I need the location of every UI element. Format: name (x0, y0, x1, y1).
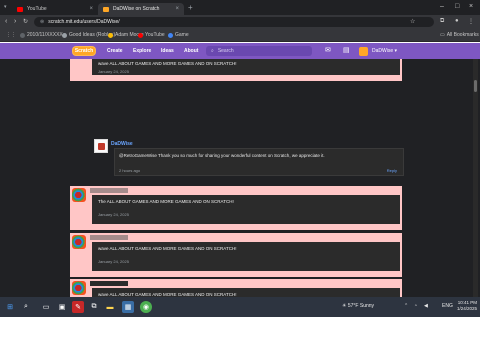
bookmark-item[interactable]: 2010/11/XXXXX (20, 32, 63, 38)
comment-date: January 24, 2025 (98, 69, 129, 74)
language-indicator[interactable]: ENG (442, 303, 453, 309)
app-icon[interactable]: ▦ (122, 301, 134, 313)
nav-create[interactable]: Create (107, 48, 123, 54)
scroll-thumb[interactable] (474, 80, 477, 92)
comments-section: wave ALL ABOUT GAMES AND MORE GAMES AND … (0, 59, 480, 297)
reply-body: @RetroGameWise Thank you so much for sha… (114, 148, 404, 176)
bookmark-star-icon[interactable]: ☆ (410, 18, 415, 25)
page-scrollbar[interactable] (473, 59, 478, 297)
comment-body: wave ALL ABOUT GAMES AND MORE GAMES AND … (92, 59, 400, 75)
comment-body: wave ALL ABOUT GAMES AND MORE GAMES AND … (92, 288, 400, 297)
site-info-icon[interactable]: ⊜ (40, 19, 44, 25)
bookmark-item[interactable]: Game (168, 32, 189, 38)
avatar[interactable] (72, 281, 86, 295)
avatar[interactable] (72, 235, 86, 249)
volume-icon[interactable]: ◀ (424, 303, 428, 309)
profile-icon[interactable]: ● (455, 18, 459, 24)
files-icon[interactable]: ▬ (104, 301, 116, 313)
apps-icon[interactable]: ⋮⋮ (6, 32, 16, 38)
search-placeholder: Search (217, 48, 234, 54)
comment-body: wave ALL ABOUT GAMES AND MORE GAMES AND … (92, 242, 400, 271)
close-tab-icon[interactable]: × (89, 6, 93, 12)
minimize-icon[interactable]: – (440, 2, 444, 12)
weather-widget[interactable]: ☀ 57°F Sunny (342, 303, 374, 309)
comment: wave ALL ABOUT GAMES AND MORE GAMES AND … (70, 59, 402, 81)
comment-author[interactable] (90, 188, 128, 193)
explorer-icon[interactable]: ▣ (56, 301, 68, 313)
comment: The ALL ABOUT GAMES AND MORE GAMES AND O… (70, 186, 402, 230)
folder-icon (20, 32, 25, 38)
avatar[interactable] (94, 139, 108, 153)
reload-icon[interactable]: ↻ (23, 17, 28, 27)
search-icon[interactable]: ⌕ (20, 301, 32, 313)
comment: wave ALL ABOUT GAMES AND MORE GAMES AND … (70, 279, 402, 297)
avatar[interactable] (72, 188, 86, 202)
extensions-icon[interactable]: ⧉ (440, 18, 444, 25)
reply-author[interactable]: DaDWise (111, 141, 133, 147)
folder-icon: ▭ (440, 32, 445, 38)
reply-date: 2 hours ago (119, 168, 141, 173)
task-view-icon[interactable]: ▭ (40, 301, 52, 313)
nav-ideas[interactable]: Ideas (161, 48, 174, 54)
close-tab-icon[interactable]: × (175, 6, 179, 12)
avatar[interactable] (359, 47, 368, 56)
reply-link[interactable]: Reply (387, 168, 397, 173)
app-icon[interactable]: ⧉ (88, 301, 100, 313)
forward-icon[interactable]: › (14, 17, 16, 27)
search-icon: ⌕ (211, 48, 214, 54)
comment-text: wave ALL ABOUT GAMES AND MORE GAMES AND … (98, 61, 237, 66)
messages-icon[interactable]: ✉ (325, 47, 331, 55)
close-window-icon[interactable]: × (469, 2, 473, 12)
my-stuff-icon[interactable]: ▤ (343, 47, 350, 55)
comment-date: January 24, 2025 (98, 259, 129, 264)
site-search[interactable]: ⌕ Search (206, 46, 312, 56)
comment: wave ALL ABOUT GAMES AND MORE GAMES AND … (70, 233, 402, 277)
app-icon[interactable]: ✎ (72, 301, 84, 313)
chrome-icon[interactable]: ◉ (140, 301, 152, 313)
youtube-favicon-icon (138, 32, 143, 38)
tray-overflow-icon[interactable]: ⌃ (404, 303, 408, 309)
windows-taskbar: ⊞ ⌕ ▭ ▣ ✎ ⧉ ▬ ▦ ◉ ☀ 57°F Sunny ⌃ ◔ ◀ ENG… (0, 297, 480, 317)
back-icon[interactable]: ‹ (5, 17, 7, 27)
address-bar[interactable]: ⊜ scratch.mit.edu/users/DaDWise/ (34, 17, 434, 27)
comment-author[interactable] (90, 235, 128, 240)
bookmark-item[interactable]: YouTube (138, 32, 165, 38)
browser-tab-strip: ▾ YouTube × DaDWise on Scratch × + – □ × (0, 0, 480, 15)
account-menu[interactable]: DaDWise ▾ (372, 48, 397, 54)
comment-text: wave ALL ABOUT GAMES AND MORE GAMES AND … (98, 246, 237, 251)
network-icon[interactable]: ◔ (414, 303, 417, 309)
scratch-favicon-icon (103, 6, 109, 12)
clock-date: 1/24/2025 (456, 306, 477, 311)
all-bookmarks-button[interactable]: ▭ All Bookmarks (440, 32, 479, 38)
bookmark-favicon-icon (62, 32, 67, 38)
scratch-logo[interactable]: Scratch (72, 46, 96, 56)
tab-youtube[interactable]: YouTube × (12, 3, 98, 15)
reply-text: @RetroGameWise Thank you so much for sha… (119, 153, 325, 158)
tab-scratch[interactable]: DaDWise on Scratch × (98, 3, 184, 15)
bookmark-favicon-icon (168, 32, 173, 38)
start-icon[interactable]: ⊞ (4, 301, 16, 313)
youtube-favicon-icon (17, 6, 23, 12)
maximize-icon[interactable]: □ (455, 2, 459, 12)
menu-icon[interactable]: ⋮ (468, 18, 474, 25)
comment-date: January 24, 2025 (98, 212, 129, 217)
tab-title: DaDWise on Scratch (113, 6, 160, 12)
url-text: scratch.mit.edu/users/DaDWise/ (48, 19, 120, 25)
new-tab-icon[interactable]: + (188, 3, 193, 13)
nav-explore[interactable]: Explore (133, 48, 151, 54)
tab-search-icon[interactable]: ▾ (4, 4, 7, 10)
bookmark-favicon-icon (108, 32, 113, 38)
bookmarks-bar: ⋮⋮ 2010/11/XXXXX Good Ideas (Roblox) Ada… (0, 29, 480, 42)
weather-icon: ☀ (342, 303, 347, 309)
clock[interactable]: 10:41 PM 1/24/2025 (457, 300, 477, 312)
comment-body: The ALL ABOUT GAMES AND MORE GAMES AND O… (92, 195, 400, 224)
browser-toolbar: ‹ › ↻ ⊜ scratch.mit.edu/users/DaDWise/ ☆… (0, 15, 480, 29)
comment-reply: DaDWise @RetroGameWise Thank you so much… (94, 139, 404, 179)
nav-about[interactable]: About (184, 48, 198, 54)
comment-author[interactable] (90, 281, 128, 286)
tab-title: YouTube (27, 6, 47, 12)
comment-text: The ALL ABOUT GAMES AND MORE GAMES AND O… (98, 199, 234, 204)
site-header: Scratch Create Explore Ideas About ⌕ Sea… (0, 43, 480, 59)
